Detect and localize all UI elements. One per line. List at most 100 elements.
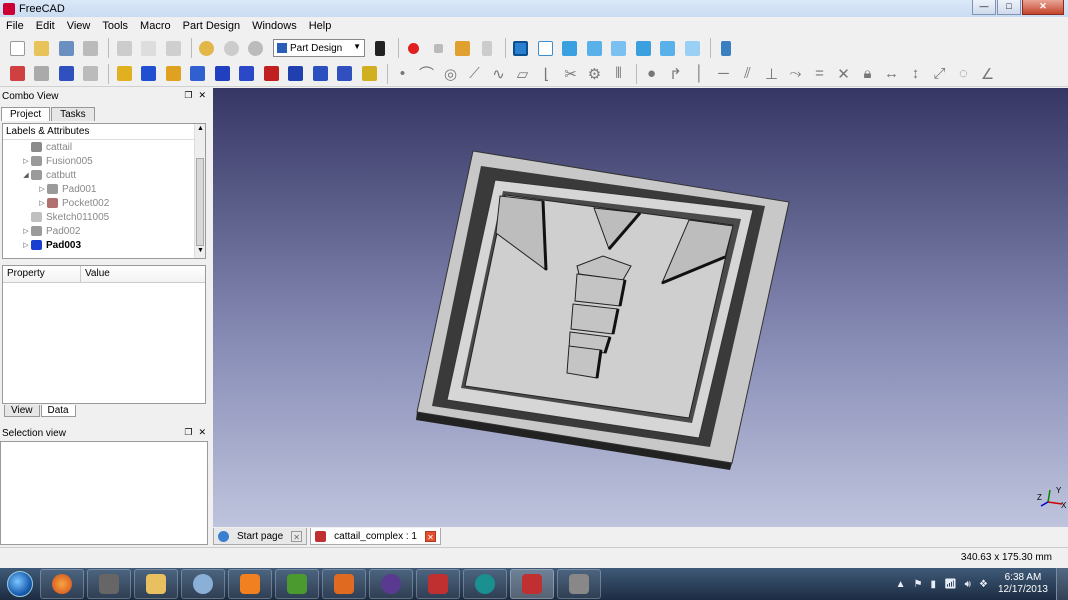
scroll-thumb[interactable] (196, 158, 204, 246)
expand-arrow-icon[interactable]: ▷ (21, 241, 31, 249)
close-panel-icon[interactable]: ✕ (198, 427, 206, 438)
start-button[interactable] (0, 568, 40, 600)
constraint-perpendicular-icon[interactable]: ⊥ (761, 63, 783, 85)
selection-list[interactable] (0, 441, 208, 545)
taskbar-firefox[interactable] (40, 569, 84, 599)
scroll-down-icon[interactable]: ▼ (195, 247, 206, 257)
trim-icon[interactable]: ✂ (560, 63, 582, 85)
constraint-angle-icon[interactable]: ∠ (977, 63, 999, 85)
float-panel-icon[interactable]: ❐ (184, 427, 192, 438)
paste-icon[interactable] (162, 37, 184, 59)
line-icon[interactable]: ⟋ (464, 63, 486, 85)
expand-arrow-icon[interactable]: ▷ (21, 227, 31, 235)
menu-help[interactable]: Help (303, 20, 338, 32)
record-macro-icon[interactable] (403, 37, 425, 59)
taskbar-arduino[interactable] (463, 569, 507, 599)
constraint-equal-icon[interactable]: = (809, 63, 831, 85)
tree-item[interactable]: cattail (3, 140, 205, 154)
run-macro-icon[interactable] (476, 37, 498, 59)
constraint-point-on-object-icon[interactable]: ↱ (665, 63, 687, 85)
tab-start-page[interactable]: Start page ✕ (213, 528, 308, 545)
tree-item[interactable]: ▷ Pad002 (3, 224, 205, 238)
taskbar-app[interactable] (87, 569, 131, 599)
constraint-horizontal-distance-icon[interactable]: ↔ (881, 63, 903, 85)
pocket-icon[interactable] (138, 63, 160, 85)
scroll-up-icon[interactable]: ▲ (195, 125, 206, 135)
close-tab-icon[interactable]: ✕ (291, 530, 303, 542)
bottom-view-icon[interactable] (657, 37, 679, 59)
float-panel-icon[interactable]: ❐ (184, 90, 192, 101)
refresh-icon[interactable] (245, 37, 267, 59)
new-document-icon[interactable] (6, 37, 28, 59)
battery-icon[interactable]: ▮ (930, 579, 936, 590)
show-hidden-icons-icon[interactable]: ▲ (896, 579, 906, 590)
polar-pattern-icon[interactable] (334, 63, 356, 85)
view-sketch-icon[interactable] (31, 63, 53, 85)
menu-tools[interactable]: Tools (96, 20, 134, 32)
chamfer-icon[interactable] (236, 63, 258, 85)
print-icon[interactable] (80, 37, 102, 59)
rectangle-icon[interactable]: ▱ (512, 63, 534, 85)
close-panel-icon[interactable]: ✕ (198, 90, 206, 101)
tree-item[interactable]: ▷ Pad001 (3, 182, 205, 196)
cut-icon[interactable] (113, 37, 135, 59)
volume-icon[interactable]: 🔊︎ (965, 579, 971, 590)
network-icon[interactable]: 📶︎ (944, 579, 957, 590)
constraint-vertical-icon[interactable]: │ (689, 63, 711, 85)
taskbar-inkscape[interactable] (416, 569, 460, 599)
tree-item[interactable]: ▷ Fusion005 (3, 154, 205, 168)
dropbox-icon[interactable]: ❖ (979, 579, 988, 590)
show-desktop-button[interactable] (1056, 568, 1068, 600)
polyline-icon[interactable]: ⌒ (416, 63, 438, 85)
taskbar-freecad[interactable] (510, 569, 554, 599)
menu-windows[interactable]: Windows (246, 20, 303, 32)
tree-item[interactable]: Sketch011005 (3, 210, 205, 224)
constraint-tangent-icon[interactable]: ⤳ (785, 63, 807, 85)
constraint-symmetric-icon[interactable]: ✕ (833, 63, 855, 85)
minimize-button[interactable]: — (972, 0, 996, 15)
save-icon[interactable] (55, 37, 77, 59)
redo-icon[interactable] (220, 37, 242, 59)
point-icon[interactable]: • (392, 63, 414, 85)
leave-sketch-icon[interactable] (80, 63, 102, 85)
fillet-icon[interactable] (211, 63, 233, 85)
top-view-icon[interactable] (583, 37, 605, 59)
linear-pattern-icon[interactable] (309, 63, 331, 85)
construction-mode-icon[interactable]: ⫴ (608, 63, 630, 85)
stop-macro-icon[interactable] (427, 37, 449, 59)
front-view-icon[interactable] (559, 37, 581, 59)
tree-scrollbar[interactable]: ▲ ▼ (194, 124, 205, 258)
constraint-parallel-icon[interactable]: ⫽ (737, 63, 759, 85)
constraint-lock-icon[interactable]: 🔒︎ (857, 63, 879, 85)
expand-arrow-icon[interactable]: ▷ (37, 185, 47, 193)
circle-icon[interactable]: ◎ (440, 63, 462, 85)
open-icon[interactable] (31, 37, 53, 59)
right-view-icon[interactable] (608, 37, 630, 59)
groove-icon[interactable] (187, 63, 209, 85)
create-sketch-icon[interactable] (6, 63, 28, 85)
pad-icon[interactable] (113, 63, 135, 85)
taskbar-spreadsheet[interactable] (275, 569, 319, 599)
left-view-icon[interactable] (681, 37, 703, 59)
constraint-radius-icon[interactable]: ◌ (953, 63, 975, 85)
action-center-flag-icon[interactable]: ⚑ (913, 579, 922, 590)
fillet-sketch-icon[interactable]: ⌊ (536, 63, 558, 85)
menu-file[interactable]: File (0, 20, 30, 32)
edit-macro-icon[interactable] (452, 37, 474, 59)
taskbar-eclipse[interactable] (369, 569, 413, 599)
undo-icon[interactable] (196, 37, 218, 59)
fit-all-icon[interactable] (510, 37, 532, 59)
menu-view[interactable]: View (61, 20, 97, 32)
constraint-vertical-distance-icon[interactable]: ↕ (905, 63, 927, 85)
expand-arrow-icon[interactable]: ▷ (21, 157, 31, 165)
3d-viewport[interactable]: Y Z X (213, 88, 1068, 527)
clock[interactable]: 6:38 AM 12/17/2013 (998, 572, 1048, 596)
tab-project[interactable]: Project (1, 107, 51, 121)
property-editor[interactable]: Property Value (2, 265, 206, 404)
taskbar-paint[interactable] (181, 569, 225, 599)
close-tab-icon[interactable]: ✕ (424, 530, 436, 542)
tab-data[interactable]: Data (40, 405, 76, 417)
taskbar-explorer[interactable] (134, 569, 178, 599)
tree-item[interactable]: ▷ Pocket002 (3, 196, 205, 210)
taskbar-app-2[interactable] (557, 569, 601, 599)
